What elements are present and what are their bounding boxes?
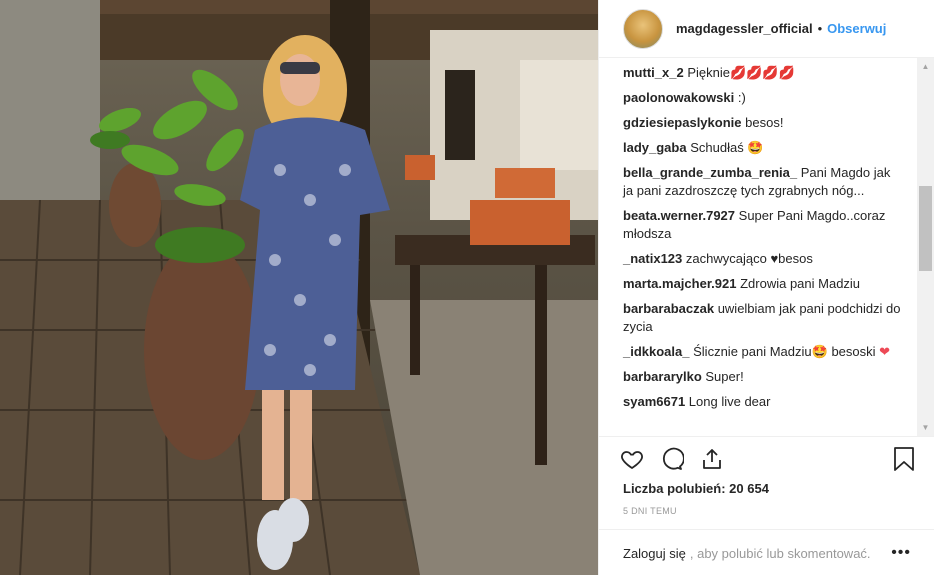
comment-text: Schudłaś bbox=[690, 140, 744, 155]
scroll-down-arrow-icon[interactable]: ▼ bbox=[917, 419, 934, 436]
post-header: magdagessler_official • Obserwuj bbox=[599, 0, 934, 58]
comment-text: Ślicznie pani Madziu bbox=[693, 344, 812, 359]
comments-list[interactable]: mutti_x_2 Pięknie💋💋💋💋 paolonowakowski :)… bbox=[599, 58, 919, 436]
comment-username[interactable]: lady_gaba bbox=[623, 140, 687, 155]
star-struck-emoji-icon: 🤩 bbox=[747, 140, 764, 155]
comment-username[interactable]: syam6671 bbox=[623, 394, 685, 409]
bookmark-icon[interactable] bbox=[893, 446, 915, 477]
comment-username[interactable]: barbarabaczak bbox=[623, 301, 714, 316]
author-username[interactable]: magdagessler_official bbox=[676, 21, 813, 36]
comment-username[interactable]: _idkkoala_ bbox=[623, 344, 690, 359]
comments-scrollbar[interactable]: ▲ ▼ bbox=[917, 58, 934, 436]
comment-username[interactable]: marta.majcher.921 bbox=[623, 276, 736, 291]
comment-item: syam6671 Long live dear bbox=[599, 393, 919, 411]
header-separator: • bbox=[817, 21, 823, 36]
comment-item: gdziesiepaslykonie besos! bbox=[599, 114, 919, 132]
comment-item: barbarabaczak uwielbiam jak pani podchid… bbox=[599, 300, 919, 336]
comment-text: Super! bbox=[705, 369, 744, 384]
post-photo-illustration bbox=[0, 0, 598, 575]
comment-text: Zdrowia pani Madziu bbox=[740, 276, 861, 291]
comment-text: besoski bbox=[831, 344, 876, 359]
login-link[interactable]: Zaloguj się bbox=[623, 546, 686, 561]
comment-username[interactable]: gdziesiepaslykonie bbox=[623, 115, 742, 130]
comment-username[interactable]: mutti_x_2 bbox=[623, 65, 684, 80]
comment-bubble-icon[interactable] bbox=[659, 446, 685, 472]
comment-text: besos! bbox=[745, 115, 784, 130]
comment-item: marta.majcher.921 Zdrowia pani Madziu bbox=[599, 275, 919, 293]
comment-item: _natix123 zachwycająco ♥besos bbox=[599, 250, 919, 268]
more-options-icon[interactable]: ••• bbox=[891, 544, 911, 562]
comment-text: Pięknie bbox=[687, 65, 730, 80]
comment-username[interactable]: bella_grande_zumba_renia_ bbox=[623, 165, 797, 180]
likes-count[interactable]: Liczba polubień: 20 654 bbox=[623, 481, 769, 496]
comment-text: :) bbox=[737, 90, 746, 105]
comment-username[interactable]: barbararylko bbox=[623, 369, 702, 384]
comment-username[interactable]: beata.werner.7927 bbox=[623, 208, 735, 223]
post-side-panel: magdagessler_official • Obserwuj mutti_x… bbox=[598, 0, 934, 575]
comment-text: zachwycająco bbox=[685, 251, 767, 266]
post-timestamp[interactable]: 5 DNI TEMU bbox=[623, 506, 677, 516]
scrollbar-thumb[interactable] bbox=[919, 186, 932, 271]
scroll-up-arrow-icon[interactable]: ▲ bbox=[917, 58, 934, 75]
red-heart-icon: ❤ bbox=[879, 344, 891, 359]
comment-text: Long live dear bbox=[688, 394, 771, 409]
comment-item: paolonowakowski :) bbox=[599, 89, 919, 107]
comment-username[interactable]: paolonowakowski bbox=[623, 90, 734, 105]
comment-item: lady_gaba Schudłaś 🤩 bbox=[599, 139, 919, 157]
comment-item: bella_grande_zumba_renia_ Pani Magdo jak… bbox=[599, 164, 919, 200]
comment-item: mutti_x_2 Pięknie💋💋💋💋 bbox=[599, 64, 919, 82]
comment-item: beata.werner.7927 Super Pani Magdo..cora… bbox=[599, 207, 919, 243]
avatar[interactable] bbox=[623, 8, 663, 49]
like-heart-icon[interactable] bbox=[619, 446, 645, 472]
comment-username[interactable]: _natix123 bbox=[623, 251, 682, 266]
login-prompt: Zaloguj się, aby polubić lub skomentować… bbox=[599, 529, 934, 576]
post-photo[interactable] bbox=[0, 0, 598, 575]
comment-text: besos bbox=[778, 251, 813, 266]
comment-item: barbararylko Super! bbox=[599, 368, 919, 386]
follow-button[interactable]: Obserwuj bbox=[827, 21, 886, 36]
star-struck-emoji-icon: 🤩 bbox=[811, 344, 828, 359]
kiss-lips-emoji-icon: 💋💋💋💋 bbox=[729, 65, 795, 80]
post-actions: Liczba polubień: 20 654 5 DNI TEMU Zalog… bbox=[599, 436, 934, 575]
comment-item: _idkkoala_ Ślicznie pani Madziu🤩 besoski… bbox=[599, 343, 919, 361]
share-icon[interactable] bbox=[699, 446, 725, 472]
action-icons bbox=[619, 446, 725, 472]
login-prompt-text: , aby polubić lub skomentować. bbox=[689, 545, 871, 561]
black-heart-icon: ♥ bbox=[770, 251, 779, 266]
